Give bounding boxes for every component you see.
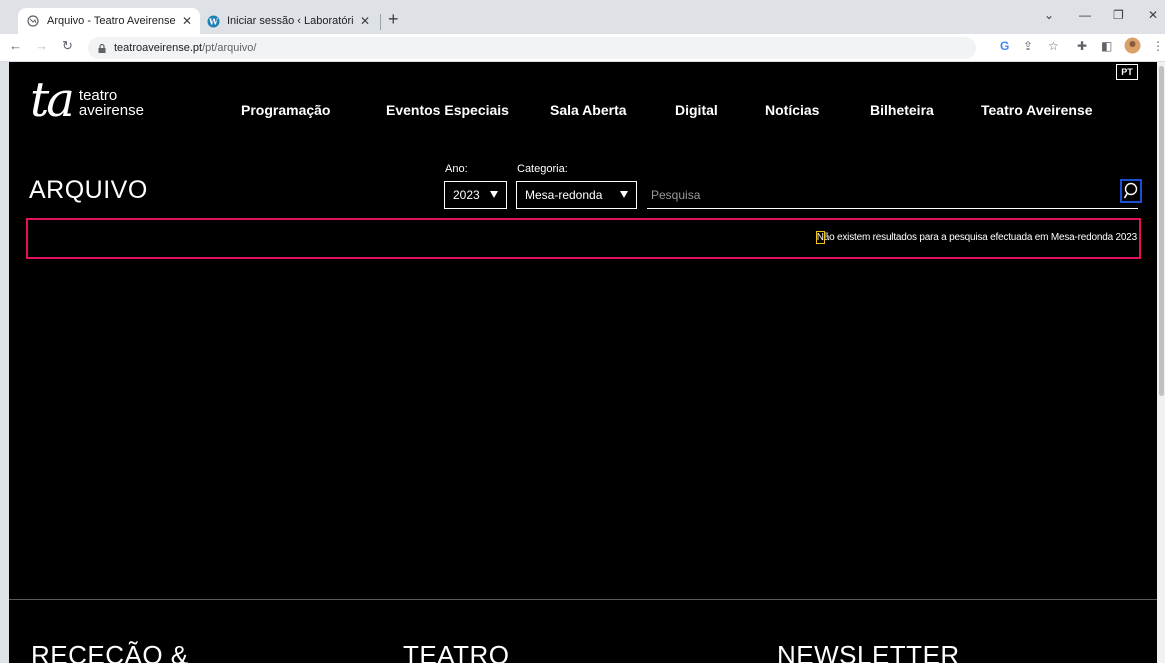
globe-icon — [26, 14, 40, 28]
tab-search-icon[interactable]: ⌄ — [1044, 8, 1054, 22]
search-button[interactable] — [1120, 179, 1142, 203]
url-path: /pt/arquivo/ — [202, 42, 257, 54]
new-tab-button[interactable]: + — [388, 10, 399, 28]
message-first-letter: N — [815, 231, 825, 244]
menu-kebab-icon[interactable]: ⋮ — [1152, 39, 1164, 53]
site-logo[interactable]: ta teatro aveirense — [30, 72, 144, 128]
category-select[interactable]: Mesa-redonda — [516, 181, 637, 209]
nav-teatro-aveirense[interactable]: Teatro Aveirense — [981, 102, 1093, 118]
tab-close-icon[interactable]: ✕ — [360, 14, 370, 28]
tab-strip: Arquivo - Teatro Aveirense ✕ W Iniciar s… — [0, 0, 1165, 34]
category-value: Mesa-redonda — [525, 188, 603, 202]
lock-icon — [98, 43, 106, 53]
share-icon[interactable]: ⇪ — [1023, 39, 1033, 53]
address-bar[interactable]: teatroaveirense.pt/pt/arquivo/ — [88, 37, 976, 59]
logo-wordmark: teatro aveirense — [79, 88, 144, 118]
no-results-message: Não existem resultados para a pesquisa e… — [815, 231, 1137, 244]
language-switch[interactable]: PT — [1116, 64, 1138, 80]
tab-arquivo[interactable]: Arquivo - Teatro Aveirense ✕ — [18, 8, 200, 34]
nav-noticias[interactable]: Notícias — [765, 102, 819, 118]
wordpress-icon: W — [206, 14, 220, 28]
year-select[interactable]: 2023 — [444, 181, 507, 209]
page-viewport: ta teatro aveirense PT Programação Event… — [9, 62, 1157, 663]
back-arrow-icon[interactable]: ← — [9, 38, 22, 53]
tab-separator — [380, 14, 381, 30]
year-label: Ano: — [445, 163, 468, 175]
year-value: 2023 — [453, 188, 480, 202]
google-translate-icon[interactable]: G — [1000, 39, 1009, 53]
footer-heading-teatro: TEATRO — [403, 640, 510, 663]
results-panel: Não existem resultados para a pesquisa e… — [26, 218, 1141, 259]
logo-mark: ta — [30, 72, 75, 128]
dropdown-triangle-icon — [490, 191, 498, 198]
url-host: teatroaveirense.pt — [114, 42, 203, 54]
restore-button[interactable]: ❐ — [1113, 8, 1124, 22]
forward-arrow-icon[interactable]: → — [35, 38, 48, 53]
nav-eventos-especiais[interactable]: Eventos Especiais — [386, 102, 509, 118]
nav-programacao[interactable]: Programação — [241, 102, 330, 118]
bookmark-star-icon[interactable]: ☆ — [1048, 39, 1059, 53]
footer-heading-rececao: RECEÇÃO & — [31, 640, 189, 663]
extensions-puzzle-icon[interactable]: ✚ — [1077, 39, 1087, 53]
footer-heading-newsletter: NEWSLETTER — [777, 640, 960, 663]
nav-sala-aberta[interactable]: Sala Aberta — [550, 102, 627, 118]
search-icon — [1123, 182, 1138, 199]
nav-bilheteira[interactable]: Bilheteira — [870, 102, 934, 118]
side-panel-icon[interactable]: ◧ — [1101, 39, 1112, 53]
footer-divider — [9, 599, 1157, 600]
search-input[interactable] — [647, 182, 1138, 209]
page-title: ARQUIVO — [29, 176, 148, 204]
message-text: ão existem resultados para a pesquisa ef… — [823, 232, 1137, 243]
svg-text:W: W — [208, 16, 219, 26]
logo-line-2: aveirense — [78, 102, 144, 119]
nav-digital[interactable]: Digital — [675, 102, 718, 118]
close-window-button[interactable]: ✕ — [1148, 8, 1158, 22]
minimize-button[interactable]: — — [1079, 8, 1091, 22]
tab-login[interactable]: W Iniciar sessão ‹ Laboratório de Ac ✕ — [198, 8, 378, 34]
tab-title: Iniciar sessão ‹ Laboratório de Ac — [227, 15, 354, 27]
dropdown-triangle-icon — [620, 191, 628, 198]
category-label: Categoria: — [517, 163, 568, 175]
tab-close-icon[interactable]: ✕ — [182, 14, 192, 28]
profile-avatar[interactable] — [1124, 37, 1141, 57]
tab-title: Arquivo - Teatro Aveirense — [47, 15, 176, 27]
scrollbar-thumb[interactable] — [1159, 66, 1164, 396]
reload-icon[interactable]: ↻ — [62, 38, 73, 54]
browser-toolbar: ← → ↻ teatroaveirense.pt/pt/arquivo/ G ⇪… — [0, 34, 1165, 62]
